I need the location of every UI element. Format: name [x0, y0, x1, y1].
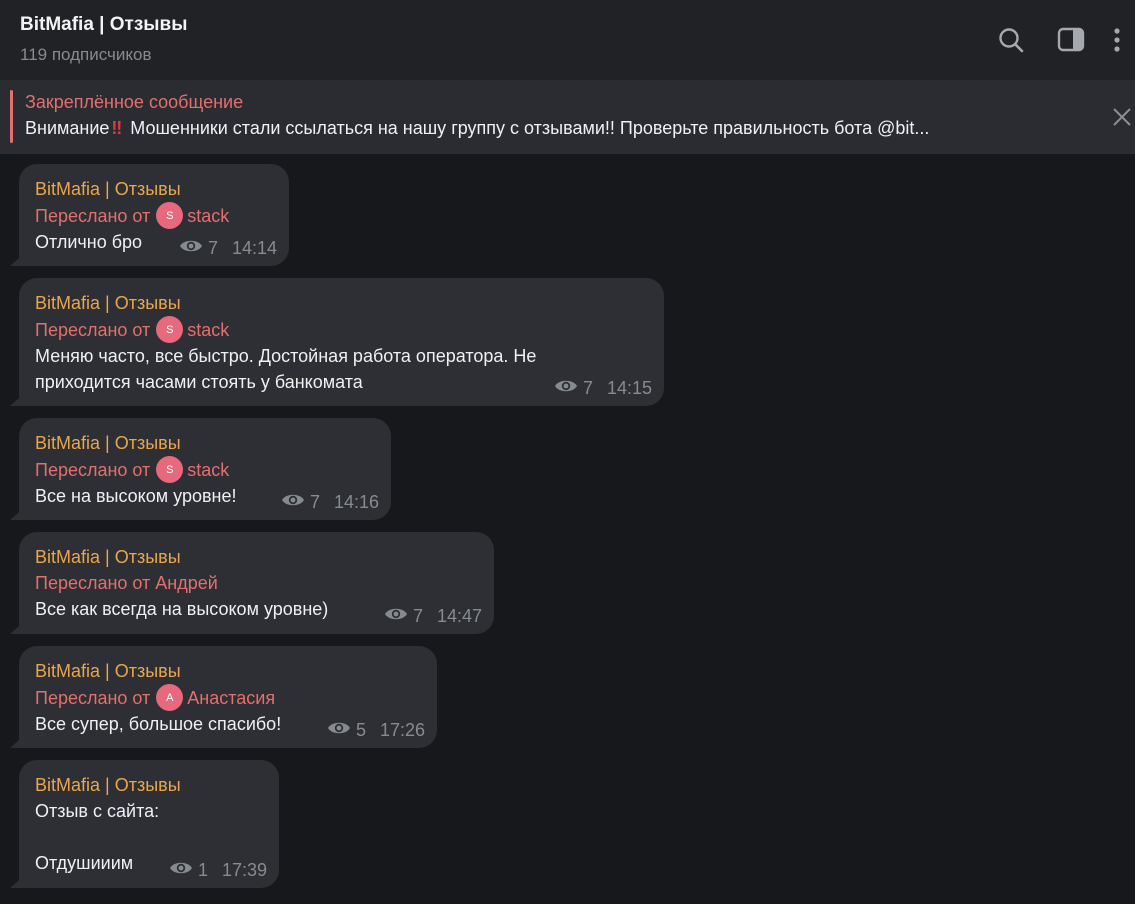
message-meta: 7 14:47 [384, 605, 482, 628]
forwarded-from[interactable]: Переслано от Андрей [35, 570, 478, 596]
message-author[interactable]: BitMafia | Отзывы [35, 658, 421, 684]
views-eye-icon [179, 237, 208, 260]
pinned-message[interactable]: Закреплённое сообщение Внимание ‼ Мошенник… [0, 80, 1135, 154]
message-author[interactable]: BitMafia | Отзывы [35, 772, 263, 798]
message-time: 14:16 [333, 492, 379, 512]
forwarded-from[interactable]: Переслано от A Анастасия [35, 684, 421, 711]
pinned-accent-bar [10, 90, 13, 143]
forward-avatar[interactable]: A [156, 684, 184, 711]
message-time: 17:26 [379, 720, 425, 740]
message-meta: 7 14:15 [554, 377, 652, 400]
channel-title[interactable]: BitMafia | Отзывы [20, 14, 187, 36]
message-time: 17:39 [221, 860, 267, 880]
view-count: 7 [309, 492, 320, 512]
view-count: 5 [355, 720, 366, 740]
message-bubble[interactable]: BitMafia | Отзывы Переслано от Sstack Все н… [19, 418, 391, 520]
message-meta: 7 14:14 [179, 237, 277, 260]
forwarded-name[interactable]: stack [187, 317, 229, 343]
double-exclamation-icon: ‼ [111, 118, 122, 138]
views-eye-icon [384, 605, 413, 628]
message-author[interactable]: BitMafia | Отзывы [35, 176, 273, 202]
forwarded-from[interactable]: Переслано от Sstack [35, 456, 375, 483]
view-count: 7 [207, 238, 218, 258]
views-eye-icon [281, 491, 310, 514]
views-eye-icon [169, 859, 198, 882]
forwarded-prefix: Переслано от [35, 319, 151, 340]
message-meta: 5 17:26 [327, 719, 425, 742]
pinned-label: Закреплённое сообщение [25, 92, 244, 112]
pinned-text: Внимание ‼ Мошенники стали ссылаться на на… [25, 118, 1085, 139]
message-author[interactable]: BitMafia | Отзывы [35, 430, 375, 456]
forwarded-name[interactable]: stack [187, 203, 229, 229]
message-meta: 7 14:16 [281, 491, 379, 514]
forwarded-from[interactable]: Переслано от Sstack [35, 202, 273, 229]
forward-avatar[interactable]: S [156, 316, 184, 343]
close-icon[interactable] [1111, 106, 1133, 128]
message-bubble[interactable]: BitMafia | Отзывы Переслано от Sstack Меняю… [19, 278, 664, 406]
sidebar-toggle-icon[interactable] [1057, 26, 1085, 54]
message-time: 14:15 [606, 378, 652, 398]
pinned-text-before: Внимание [25, 118, 110, 138]
search-icon[interactable] [997, 26, 1025, 54]
pinned-text-after: Мошенники стали ссылаться на нашу группу… [130, 118, 930, 138]
views-eye-icon [554, 377, 583, 400]
forwarded-name[interactable]: stack [187, 457, 229, 483]
message-author[interactable]: BitMafia | Отзывы [35, 544, 478, 570]
forwarded-from[interactable]: Переслано от Sstack [35, 316, 648, 343]
subscriber-count: 119 подписчиков [20, 45, 152, 64]
message-bubble[interactable]: BitMafia | Отзывы Отзыв с сайта: Отдушиии… [19, 760, 279, 888]
message-author[interactable]: BitMafia | Отзывы [35, 290, 648, 316]
forwarded-prefix: Переслано от [35, 205, 151, 226]
forward-avatar[interactable]: S [156, 202, 184, 229]
forward-avatar[interactable]: S [156, 456, 184, 483]
views-eye-icon [327, 719, 356, 742]
more-vertical-icon[interactable] [1110, 26, 1124, 54]
forwarded-name[interactable]: Андрей [155, 570, 218, 596]
forwarded-prefix: Переслано от [35, 687, 151, 708]
message-bubble[interactable]: BitMafia | Отзывы Переслано от A Анастасия В… [19, 646, 437, 748]
message-bubble[interactable]: BitMafia | Отзывы Переслано от Sstack Отлич… [19, 164, 289, 266]
message-time: 14:14 [231, 238, 277, 258]
forwarded-name[interactable]: Анастасия [187, 685, 275, 711]
view-count: 7 [412, 606, 423, 626]
message-time: 14:47 [436, 606, 482, 626]
message-bubble[interactable]: BitMafia | Отзывы Переслано от Андрей Все к… [19, 532, 494, 634]
view-count: 7 [582, 378, 593, 398]
message-meta: 1 17:39 [169, 859, 267, 882]
forwarded-prefix: Переслано от [35, 459, 151, 480]
view-count: 1 [197, 860, 208, 880]
forwarded-prefix: Переслано от [35, 573, 151, 593]
chat-header: BitMafia | Отзывы 119 подписчиков [0, 0, 1135, 80]
